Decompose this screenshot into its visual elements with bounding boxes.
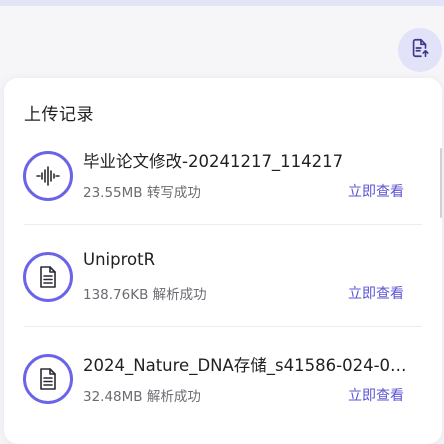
panel-title: 上传记录	[24, 105, 94, 125]
record-size: 32.48MB	[83, 389, 143, 405]
record-status: 解析成功	[146, 389, 201, 405]
record-status: 转写成功	[146, 185, 201, 201]
divider	[24, 326, 422, 327]
record-name: 2024_Nature_DNA存储_s41586-024-08...	[83, 356, 413, 375]
record-name: 毕业论文修改-20241217_114217	[83, 152, 344, 171]
list-item[interactable]: 毕业论文修改-20241217_114217 23.55MB 转写成功 立即查看	[4, 126, 442, 226]
record-name: UniprotR	[83, 250, 156, 269]
record-meta: 23.55MB 转写成功	[83, 181, 201, 201]
record-size: 138.76KB	[83, 287, 149, 303]
list-item[interactable]: 2024_Nature_DNA存储_s41586-024-08... 32.48…	[4, 329, 442, 429]
top-bar	[0, 6, 444, 78]
record-meta: 138.76KB 解析成功	[83, 283, 207, 303]
record-meta: 32.48MB 解析成功	[83, 385, 201, 405]
upload-document-icon	[409, 37, 431, 63]
divider	[24, 224, 422, 225]
audio-waveform-icon	[23, 151, 73, 201]
record-size: 23.55MB	[83, 185, 143, 201]
view-now-link[interactable]: 立即查看	[348, 385, 404, 405]
upload-record-button[interactable]	[398, 28, 442, 72]
view-now-link[interactable]: 立即查看	[348, 283, 404, 303]
view-now-link[interactable]: 立即查看	[348, 181, 404, 201]
document-icon	[23, 252, 73, 302]
upload-records-panel: 上传记录 毕业论文修改-20241217_114217 23.55MB 转写成功…	[4, 78, 442, 444]
record-status: 解析成功	[152, 287, 207, 303]
list-item[interactable]: UniprotR 138.76KB 解析成功 立即查看	[4, 227, 442, 327]
document-icon	[23, 354, 73, 404]
